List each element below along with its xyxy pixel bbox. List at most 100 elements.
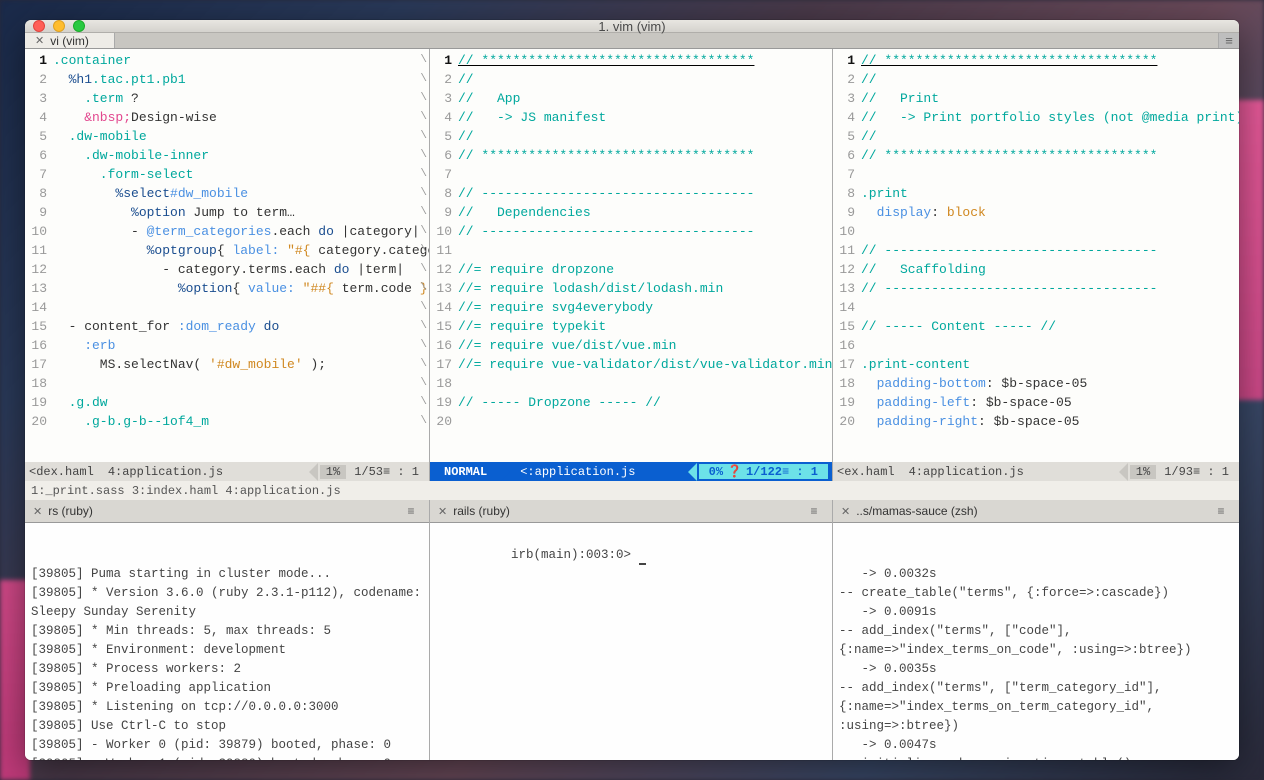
code-line[interactable]: 1// *********************************** bbox=[430, 51, 832, 70]
line-number: 10 bbox=[430, 222, 458, 241]
code-line[interactable]: 18\ bbox=[25, 374, 429, 393]
code-line[interactable]: 1// *********************************** bbox=[833, 51, 1239, 70]
code-line[interactable]: 2// bbox=[833, 70, 1239, 89]
line-number: 2 bbox=[25, 70, 53, 89]
code-line[interactable]: 10 bbox=[833, 222, 1239, 241]
code-line[interactable]: 6// *********************************** bbox=[833, 146, 1239, 165]
code-line[interactable]: 5// bbox=[833, 127, 1239, 146]
terminal-pane-zsh[interactable]: ✕ ..s/mamas-sauce (zsh) ≡ -> 0.0032s -- … bbox=[833, 500, 1239, 760]
code-line[interactable]: 11// ----------------------------------- bbox=[833, 241, 1239, 260]
tab-menu-icon[interactable]: ≡ bbox=[1219, 33, 1239, 48]
code-area-3[interactable]: 1// ***********************************2… bbox=[833, 49, 1239, 462]
vim-split-2[interactable]: 1// ***********************************2… bbox=[430, 49, 833, 481]
tab-vim[interactable]: ✕ vi (vim) bbox=[25, 33, 115, 48]
terminal-output[interactable]: -> 0.0032s -- create_table("terms", {:fo… bbox=[833, 523, 1239, 760]
code-line[interactable]: 20 padding-right: $b-space-05 bbox=[833, 412, 1239, 431]
code-line[interactable]: 5 .dw-mobile\ bbox=[25, 127, 429, 146]
code-line[interactable]: 17.print-content bbox=[833, 355, 1239, 374]
code-line[interactable]: 5// bbox=[430, 127, 832, 146]
code-line[interactable]: 14\ bbox=[25, 298, 429, 317]
code-line[interactable]: 18 bbox=[430, 374, 832, 393]
code-line[interactable]: 14 bbox=[833, 298, 1239, 317]
pane-menu-icon[interactable]: ≡ bbox=[804, 504, 824, 518]
code-line[interactable]: 8.print bbox=[833, 184, 1239, 203]
percent-indicator: 1% bbox=[320, 465, 346, 479]
pane-menu-icon[interactable]: ≡ bbox=[1211, 504, 1231, 518]
line-number: 4 bbox=[430, 108, 458, 127]
terminal-output[interactable]: [39805] Puma starting in cluster mode...… bbox=[25, 523, 429, 760]
code-line[interactable]: 10 - @term_categories.each do |category|… bbox=[25, 222, 429, 241]
code-line[interactable]: 10// ----------------------------------- bbox=[430, 222, 832, 241]
code-line[interactable]: 3// Print bbox=[833, 89, 1239, 108]
code-line[interactable]: 12//= require dropzone bbox=[430, 260, 832, 279]
code-line[interactable]: 1.container\ bbox=[25, 51, 429, 70]
code-line[interactable]: 4// -> JS manifest bbox=[430, 108, 832, 127]
vim-split-3[interactable]: 1// ***********************************2… bbox=[833, 49, 1239, 481]
code-line[interactable]: 4// -> Print portfolio styles (not @medi… bbox=[833, 108, 1239, 127]
line-number: 16 bbox=[430, 336, 458, 355]
vim-split-1[interactable]: 1.container\2 %h1.tac.pt1.pb1\3 .term ?\… bbox=[25, 49, 430, 481]
line-number: 18 bbox=[430, 374, 458, 393]
code-line[interactable]: 16 :erb\ bbox=[25, 336, 429, 355]
terminal-pane-rs[interactable]: ✕ rs (ruby) ≡ [39805] Puma starting in c… bbox=[25, 500, 430, 760]
code-line[interactable]: 9// Dependencies bbox=[430, 203, 832, 222]
pane-menu-icon[interactable]: ≡ bbox=[401, 504, 421, 518]
code-line[interactable]: 20 .g-b.g-b--1of4_m\ bbox=[25, 412, 429, 431]
code-line[interactable]: 11 bbox=[430, 241, 832, 260]
code-area-2[interactable]: 1// ***********************************2… bbox=[430, 49, 832, 462]
line-number: 19 bbox=[833, 393, 861, 412]
code-line[interactable]: 12 - category.terms.each do |term|\ bbox=[25, 260, 429, 279]
code-line[interactable]: 6// *********************************** bbox=[430, 146, 832, 165]
code-line[interactable]: 9 %option Jump to term…\ bbox=[25, 203, 429, 222]
statusbar-3: <ex.haml 4:application.js 1% 1/93≡ : 1 bbox=[833, 462, 1239, 481]
statusbar-2-active: NORMAL <:application.js 0% ❓ 1/122≡ : 1 bbox=[430, 462, 832, 481]
code-line[interactable]: 3 .term ?\ bbox=[25, 89, 429, 108]
line-number: 14 bbox=[833, 298, 861, 317]
code-line[interactable]: 3// App bbox=[430, 89, 832, 108]
window-title: 1. vim (vim) bbox=[25, 20, 1239, 34]
code-line[interactable]: 2// bbox=[430, 70, 832, 89]
code-line[interactable]: 15 - content_for :dom_ready do\ bbox=[25, 317, 429, 336]
code-line[interactable]: 6 .dw-mobile-inner\ bbox=[25, 146, 429, 165]
code-line[interactable]: 7 bbox=[833, 165, 1239, 184]
code-line[interactable]: 17//= require vue-validator/dist/vue-val… bbox=[430, 355, 832, 374]
close-icon[interactable]: ✕ bbox=[33, 505, 42, 518]
code-line[interactable]: 17 MS.selectNav( '#dw_mobile' );\ bbox=[25, 355, 429, 374]
code-line[interactable]: 18 padding-bottom: $b-space-05 bbox=[833, 374, 1239, 393]
code-line[interactable]: 12// Scaffolding bbox=[833, 260, 1239, 279]
code-line[interactable]: 8 %select#dw_mobile\ bbox=[25, 184, 429, 203]
line-number: 16 bbox=[25, 336, 53, 355]
code-line[interactable]: 19// ----- Dropzone ----- // bbox=[430, 393, 832, 412]
line-number: 2 bbox=[430, 70, 458, 89]
code-line[interactable]: 16 bbox=[833, 336, 1239, 355]
code-line[interactable]: 8// ----------------------------------- bbox=[430, 184, 832, 203]
file-indicator: <ex.haml bbox=[837, 465, 895, 479]
code-line[interactable]: 20 bbox=[430, 412, 832, 431]
code-line[interactable]: 19 padding-left: $b-space-05 bbox=[833, 393, 1239, 412]
code-line[interactable]: 15//= require typekit bbox=[430, 317, 832, 336]
close-icon[interactable]: ✕ bbox=[841, 505, 850, 518]
terminal-output[interactable]: irb(main):003:0> bbox=[430, 523, 832, 760]
code-line[interactable]: 14//= require svg4everybody bbox=[430, 298, 832, 317]
code-line[interactable]: 7 bbox=[430, 165, 832, 184]
code-line[interactable]: 13 %option{ value: "##{ term.code }" }=\ bbox=[25, 279, 429, 298]
line-number: 15 bbox=[25, 317, 53, 336]
code-line[interactable]: 16//= require vue/dist/vue.min bbox=[430, 336, 832, 355]
code-line[interactable]: 15// ----- Content ----- // bbox=[833, 317, 1239, 336]
code-line[interactable]: 4 &nbsp;Design-wise\ bbox=[25, 108, 429, 127]
titlebar[interactable]: 1. vim (vim) bbox=[25, 20, 1239, 33]
close-icon[interactable]: ✕ bbox=[438, 505, 447, 518]
code-line[interactable]: 11 %optgroup{ label: "#{ category.catego… bbox=[25, 241, 429, 260]
line-number: 9 bbox=[430, 203, 458, 222]
line-number: 3 bbox=[25, 89, 53, 108]
code-line[interactable]: 13// ----------------------------------- bbox=[833, 279, 1239, 298]
terminal-pane-rails[interactable]: ✕ rails (ruby) ≡ irb(main):003:0> bbox=[430, 500, 833, 760]
code-line[interactable]: 13//= require lodash/dist/lodash.min bbox=[430, 279, 832, 298]
code-area-1[interactable]: 1.container\2 %h1.tac.pt1.pb1\3 .term ?\… bbox=[25, 49, 429, 462]
line-number: 9 bbox=[25, 203, 53, 222]
close-icon[interactable]: ✕ bbox=[35, 34, 44, 47]
code-line[interactable]: 19 .g.dw\ bbox=[25, 393, 429, 412]
code-line[interactable]: 9 display: block bbox=[833, 203, 1239, 222]
code-line[interactable]: 2 %h1.tac.pt1.pb1\ bbox=[25, 70, 429, 89]
code-line[interactable]: 7 .form-select\ bbox=[25, 165, 429, 184]
